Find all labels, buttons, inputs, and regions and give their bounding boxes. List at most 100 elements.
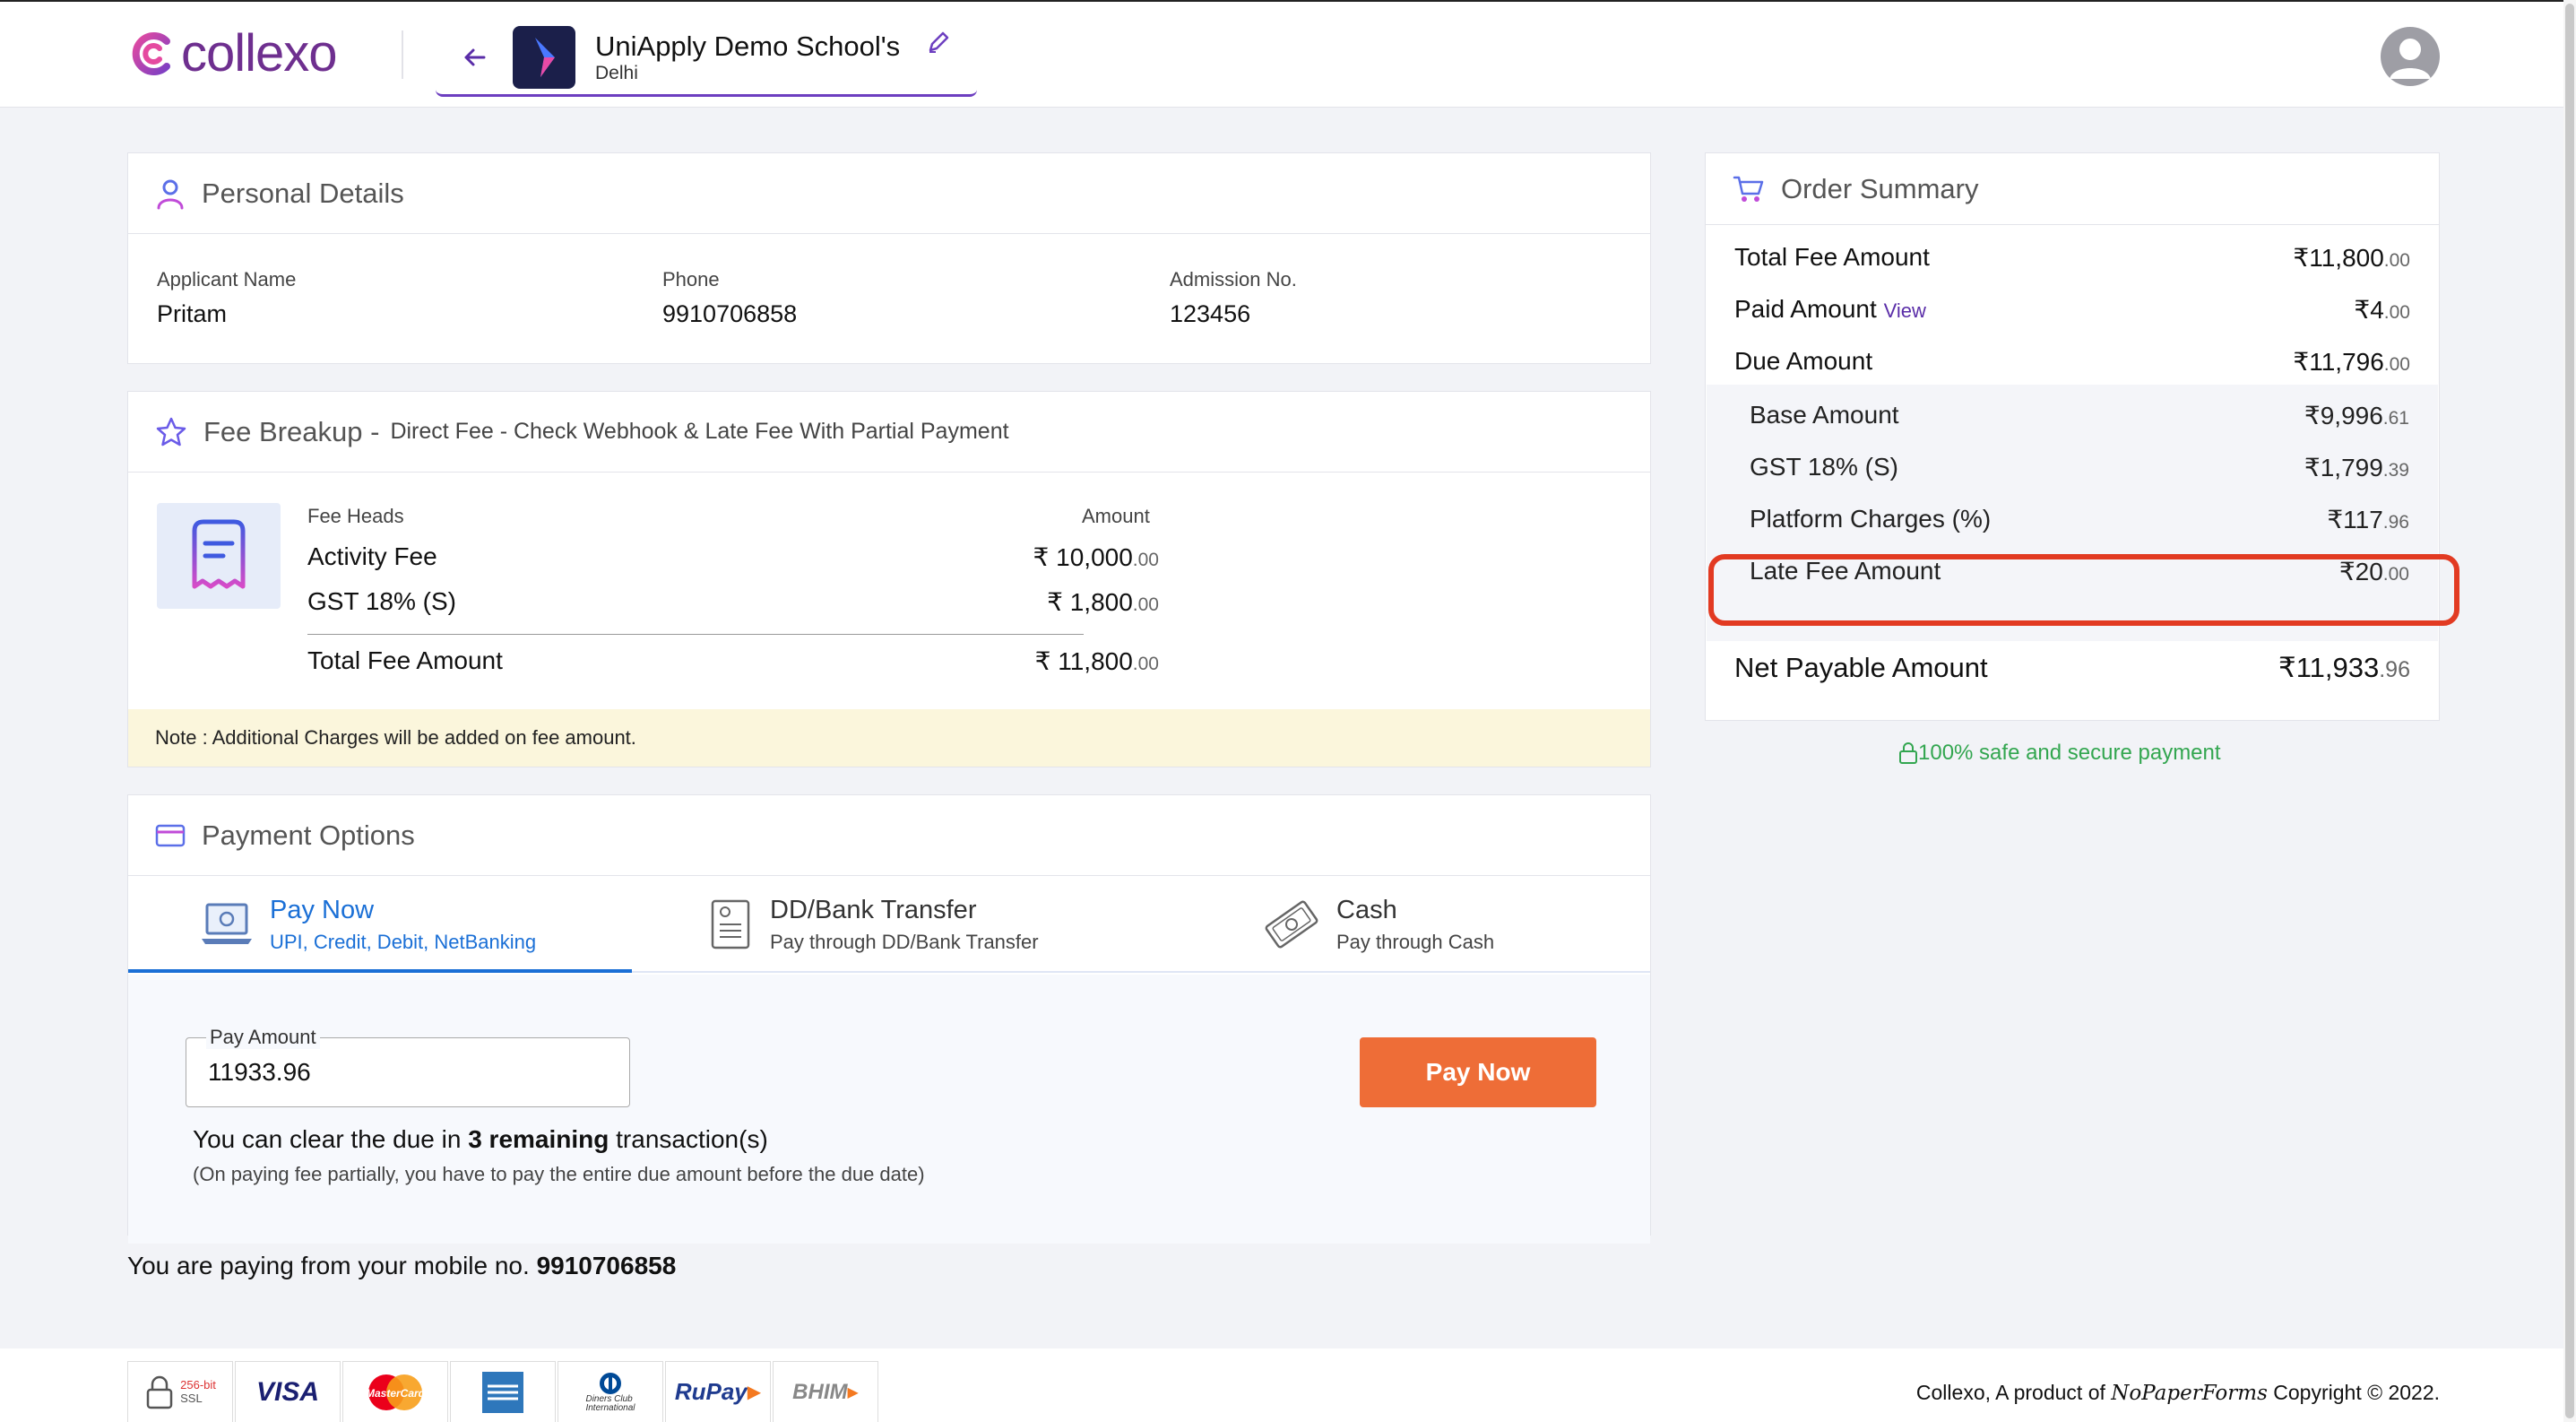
admission-no-value: 123456 [1170, 300, 1251, 327]
copyright-text: Collexo, A product of NoPaperForms Copyr… [1915, 1381, 2440, 1405]
fee-breakup-card: Fee Breakup - Direct Fee - Check Webhook… [127, 391, 1651, 767]
phone-label: Phone [662, 268, 720, 290]
diners-label: Diners Club International [585, 1393, 635, 1413]
applicant-name-label: Applicant Name [157, 268, 297, 290]
receipt-icon [192, 519, 246, 589]
school-selector[interactable]: UniApply Demo School's Delhi [436, 20, 977, 97]
payment-options-card: Payment Options Pay Now UPI, Credit, Deb… [127, 794, 1651, 1244]
pay-amount-label: Pay Amount [206, 1026, 320, 1049]
user-avatar[interactable] [2381, 27, 2440, 86]
person-icon [157, 179, 184, 209]
ssl-badge: 256-bit SSL [127, 1361, 233, 1422]
summary-total-fee: Total Fee Amount ₹11,800.00 [1734, 243, 2410, 272]
rupay-text: RuPay [674, 1378, 748, 1405]
fee-breakup-header: Fee Breakup - Direct Fee - Check Webhook… [128, 392, 1650, 473]
bhim-text: BHIM [792, 1379, 848, 1404]
fee-receipt-box [157, 503, 281, 609]
mastercard-icon: MasterCard [366, 1374, 426, 1410]
partial-payment-note: (On paying fee partially, you have to pa… [193, 1163, 925, 1185]
tab-dd-title: DD/Bank Transfer [770, 895, 977, 924]
pay-amount-value[interactable]: 11933.96 [208, 1058, 311, 1087]
app-header: collexo UniApply Demo School's Delhi [0, 2, 2576, 108]
amex-logo [450, 1361, 556, 1422]
payment-tabs: Pay Now UPI, Credit, Debit, NetBanking D… [128, 876, 1650, 973]
pencil-icon[interactable] [925, 29, 952, 56]
view-paid-link[interactable]: View [1884, 299, 1926, 322]
ssl-label-top: 256-bit [180, 1378, 216, 1392]
active-tab-indicator [128, 969, 632, 973]
tab-dd-desc: Pay through DD/Bank Transfer [770, 930, 1039, 953]
lock-icon [1899, 742, 1917, 764]
fee-heads-column-header: Fee Heads [307, 505, 404, 527]
admission-no-label: Admission No. [1170, 268, 1297, 290]
cash-icon [1265, 900, 1318, 949]
personal-details-card: Personal Details Applicant Name Pritam P… [127, 152, 1651, 364]
fee-row-amount: ₹ 1,800.00 [1047, 588, 1159, 616]
rupay-logo: RuPay ▶ [665, 1361, 771, 1422]
pay-now-button[interactable]: Pay Now [1360, 1037, 1596, 1107]
svg-text:MasterCard: MasterCard [366, 1387, 426, 1400]
fee-row-gst: GST 18% (S) ₹ 1,800.00 [307, 587, 1159, 616]
fee-row-activity: Activity Fee ₹ 10,000.00 [307, 542, 1159, 571]
document-icon [711, 899, 750, 949]
paying-mobile-text: You are paying from your mobile no. 9910… [127, 1252, 677, 1279]
order-summary-title: Order Summary [1781, 172, 1979, 204]
fee-row-total: Total Fee Amount ₹ 11,800.00 [307, 646, 1159, 675]
fee-note: Note : Additional Charges will be added … [128, 709, 1650, 767]
amount-column-header: Amount [1082, 505, 1150, 527]
fee-total-divider [307, 634, 1084, 635]
visa-logo: VISA [235, 1361, 341, 1422]
order-summary-card: Order Summary Total Fee Amount ₹11,800.0… [1705, 152, 2440, 721]
remaining-transactions-text: You can clear the due in 3 remaining tra… [193, 1125, 768, 1153]
diners-club-logo: Diners Club International [558, 1361, 663, 1422]
collexo-logo-icon [132, 32, 170, 75]
pay-amount-input[interactable]: Pay Amount 11933.96 [186, 1026, 630, 1107]
credit-card-icon [155, 824, 186, 846]
logo-text: collexo [181, 24, 338, 82]
tab-pay-now[interactable]: Pay Now UPI, Credit, Debit, NetBanking [200, 876, 536, 973]
scrollbar[interactable] [2563, 0, 2576, 1422]
school-city: Delhi [595, 63, 638, 84]
school-name: UniApply Demo School's [595, 30, 901, 62]
tab-pay-now-title: Pay Now [270, 895, 375, 924]
breakdown-base-amount: Base Amount ₹9,996.61 [1750, 401, 2409, 429]
summary-net-payable: Net Payable Amount ₹11,933.96 [1734, 652, 2410, 683]
school-logo-icon [535, 37, 555, 77]
school-logo [513, 25, 575, 89]
tab-dd-bank-transfer[interactable]: DD/Bank Transfer Pay through DD/Bank Tra… [707, 876, 1039, 973]
scrollbar-thumb[interactable] [2565, 4, 2574, 1418]
visa-text: VISA [255, 1376, 320, 1407]
tab-cash[interactable]: Cash Pay through Cash [1263, 876, 1494, 973]
late-fee-highlight [1708, 554, 2459, 626]
fee-breakup-title: Fee Breakup - [203, 415, 380, 447]
footer: 256-bit SSL VISA MasterCard Diners Club I… [0, 1348, 2576, 1422]
fee-breakup-subtitle: Direct Fee - Check Webhook & Late Fee Wi… [390, 419, 1009, 444]
phone-field: Phone 9910706858 [662, 268, 797, 328]
fee-total-amount: ₹ 11,800.00 [1034, 647, 1159, 675]
tab-cash-desc: Pay through Cash [1336, 930, 1495, 953]
secure-payment-text: 100% safe and secure payment [1918, 741, 2221, 765]
personal-details-header: Personal Details [128, 153, 1650, 234]
pay-now-panel: Pay Amount 11933.96 Pay Now You can clea… [128, 975, 1650, 1244]
header-divider [402, 30, 403, 79]
collexo-logo[interactable]: collexo [127, 24, 338, 82]
fee-row-name: Activity Fee [307, 542, 437, 570]
order-summary-header: Order Summary [1706, 153, 2439, 225]
ssl-label-bottom: SSL [180, 1391, 203, 1405]
rupay-arrow-icon: ▶ [747, 1383, 762, 1402]
arrow-left-icon[interactable] [457, 39, 493, 75]
secure-payment-badge: 100% safe and secure payment [1898, 741, 2221, 766]
personal-details-title: Personal Details [202, 177, 404, 209]
amex-icon [482, 1371, 523, 1413]
diners-icon [600, 1372, 621, 1394]
breakdown-platform-charges: Platform Charges (%) ₹117.96 [1750, 505, 2409, 533]
tab-pay-now-desc: UPI, Credit, Debit, NetBanking [270, 930, 537, 953]
summary-paid-amount: Paid Amount View ₹4.00 [1734, 295, 2410, 324]
phone-value: 9910706858 [662, 300, 798, 327]
bhim-arrow-icon: ▶ [847, 1384, 859, 1400]
laptop-icon [202, 903, 252, 944]
star-icon [156, 417, 186, 446]
ssl-lock-icon [146, 1375, 173, 1409]
fee-row-amount: ₹ 10,000.00 [1033, 543, 1159, 571]
fee-row-name: GST 18% (S) [307, 587, 456, 615]
